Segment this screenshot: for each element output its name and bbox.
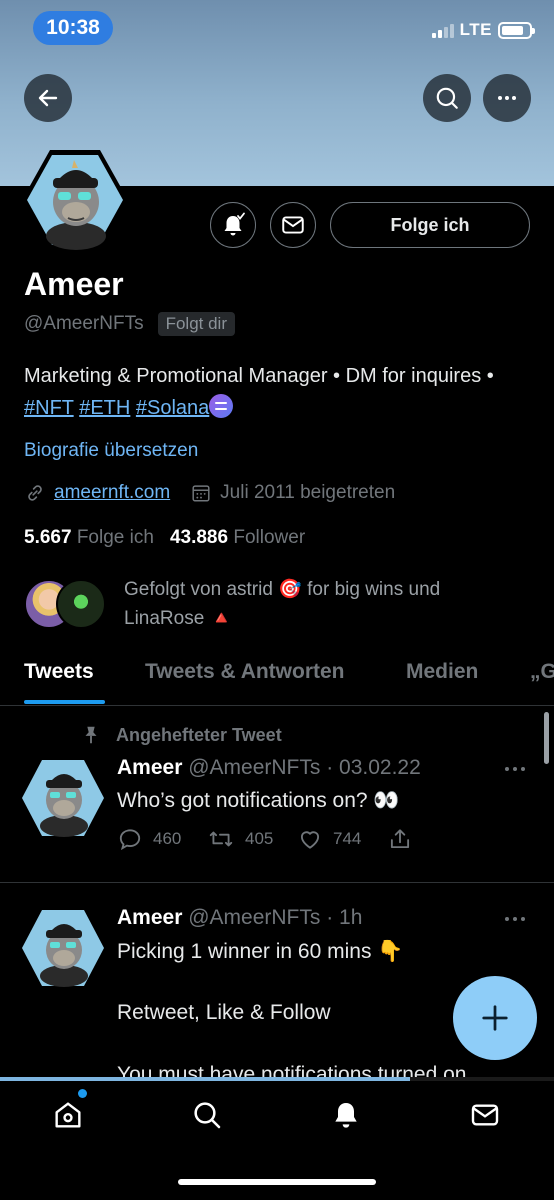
status-indicators: LTE bbox=[431, 20, 535, 40]
followed-by-text: Gefolgt von astrid 🎯 for big wins und Li… bbox=[124, 579, 441, 629]
plus-icon bbox=[482, 1005, 508, 1031]
tweet-avatar[interactable] bbox=[20, 758, 106, 838]
search-icon bbox=[436, 87, 458, 109]
message-button[interactable] bbox=[270, 202, 316, 248]
tweet-header: Ameer @AmeerNFTs · 03.02.22 bbox=[117, 756, 421, 780]
tweet-text-line: Retweet, Like & Follow bbox=[117, 1001, 331, 1024]
scrollbar[interactable] bbox=[544, 712, 549, 764]
joined-date: Juli 2011 beigetreten bbox=[220, 482, 396, 503]
bio-text: Marketing & Promotional Manager • DM for… bbox=[24, 365, 494, 387]
profile-bio: Marketing & Promotional Manager • DM for… bbox=[24, 360, 524, 424]
search-icon bbox=[194, 1102, 221, 1129]
tweet-more-button[interactable] bbox=[505, 767, 525, 771]
more-options-button[interactable] bbox=[483, 74, 531, 122]
bell-check-icon bbox=[224, 212, 245, 236]
followed-by-row[interactable]: Gefolgt von astrid 🎯 for big wins und Li… bbox=[24, 575, 484, 633]
like-button[interactable]: 744 bbox=[297, 826, 387, 852]
pinned-label: Angehefteter Tweet bbox=[116, 724, 282, 745]
tweet-actions: 460 405 744 bbox=[117, 826, 477, 852]
nav-search[interactable] bbox=[179, 1095, 235, 1135]
tab-media[interactable]: Medien bbox=[406, 660, 478, 684]
follow-counts: 5.667 Folge ich 43.886 Follower bbox=[24, 527, 305, 549]
following-button[interactable]: Folge ich bbox=[330, 202, 530, 248]
handle-row: @AmeerNFTs Folgt dir bbox=[24, 312, 235, 336]
retweet-icon bbox=[209, 831, 233, 847]
followed-by-avatars bbox=[24, 575, 110, 631]
tweet-text: Who’s got notifications on? 👀 bbox=[117, 789, 400, 812]
tweet-more-button[interactable] bbox=[505, 917, 525, 921]
bell-icon bbox=[335, 1103, 357, 1128]
arrow-left-icon bbox=[38, 89, 58, 107]
translate-bio-link[interactable]: Biografie übersetzen bbox=[24, 440, 198, 462]
tweet-avatar[interactable] bbox=[20, 908, 106, 988]
retweet-button[interactable]: 405 bbox=[207, 826, 297, 852]
pinned-label-row: Angehefteter Tweet bbox=[80, 724, 282, 746]
tweet-author-name[interactable]: Ameer bbox=[117, 756, 182, 779]
nav-home[interactable] bbox=[40, 1095, 96, 1135]
profile-tabs: Tweets Tweets & Antworten Medien „G bbox=[0, 652, 554, 706]
mail-icon bbox=[282, 216, 304, 234]
nav-notifications[interactable] bbox=[318, 1095, 374, 1135]
tweet-header: Ameer @AmeerNFTs · 1h bbox=[117, 906, 362, 930]
tab-tweets[interactable]: Tweets bbox=[24, 660, 94, 684]
tweet-author-name[interactable]: Ameer bbox=[117, 906, 182, 929]
link-icon bbox=[28, 485, 42, 501]
tweet-divider bbox=[0, 882, 554, 883]
share-icon bbox=[390, 829, 410, 849]
notifications-button[interactable] bbox=[210, 202, 256, 248]
search-button[interactable] bbox=[423, 74, 471, 122]
following-count-link[interactable]: 5.667 Folge ich bbox=[24, 527, 154, 549]
pin-icon bbox=[85, 726, 97, 744]
calendar-icon bbox=[192, 485, 210, 502]
more-horizontal-icon bbox=[498, 96, 516, 100]
heart-icon bbox=[300, 831, 320, 849]
mail-icon bbox=[471, 1104, 499, 1126]
solana-icon bbox=[209, 394, 234, 418]
compose-tweet-button[interactable] bbox=[453, 976, 537, 1060]
profile-meta: ameernft.com Juli 2011 beigetreten bbox=[24, 482, 395, 504]
profile-handle: @AmeerNFTs bbox=[24, 313, 144, 334]
tweet-text-line: You must have notifications turned on bbox=[117, 1063, 467, 1077]
active-tab-indicator bbox=[24, 700, 105, 704]
hashtag-eth[interactable]: #ETH bbox=[79, 397, 130, 419]
followers-count-link[interactable]: 43.886 Follower bbox=[170, 527, 305, 549]
profile-name: Ameer bbox=[24, 266, 124, 302]
home-indicator[interactable] bbox=[178, 1179, 376, 1185]
avatar bbox=[56, 579, 106, 629]
nav-messages[interactable] bbox=[457, 1095, 513, 1135]
network-label: LTE bbox=[459, 20, 492, 39]
tweet-text-line: Picking 1 winner in 60 mins 👇 bbox=[117, 940, 404, 963]
follows-you-badge: Folgt dir bbox=[157, 312, 235, 336]
tweet-handle-time: @AmeerNFTs · 03.02.22 bbox=[188, 756, 421, 779]
tweet-text-clip: You must have notifications turned on bbox=[0, 1060, 554, 1077]
tab-likes[interactable]: „G bbox=[530, 660, 554, 684]
back-button[interactable] bbox=[24, 74, 72, 122]
share-button[interactable] bbox=[387, 826, 477, 852]
status-time: 10:38 bbox=[33, 11, 113, 45]
tweet-handle-time: @AmeerNFTs · 1h bbox=[188, 906, 363, 929]
hashtag-solana[interactable]: #Solana bbox=[136, 397, 209, 419]
bottom-navigation bbox=[0, 1081, 554, 1200]
hashtag-nft[interactable]: #NFT bbox=[24, 397, 74, 419]
reply-icon bbox=[119, 829, 141, 851]
tab-tweets-and-replies[interactable]: Tweets & Antworten bbox=[145, 660, 345, 684]
signal-icon bbox=[431, 22, 454, 38]
home-notification-dot bbox=[78, 1089, 87, 1098]
reply-button[interactable]: 460 bbox=[117, 826, 207, 852]
profile-avatar[interactable] bbox=[20, 148, 130, 252]
battery-icon bbox=[498, 21, 535, 39]
website-link[interactable]: ameernft.com bbox=[54, 482, 170, 504]
home-icon bbox=[55, 1102, 81, 1128]
